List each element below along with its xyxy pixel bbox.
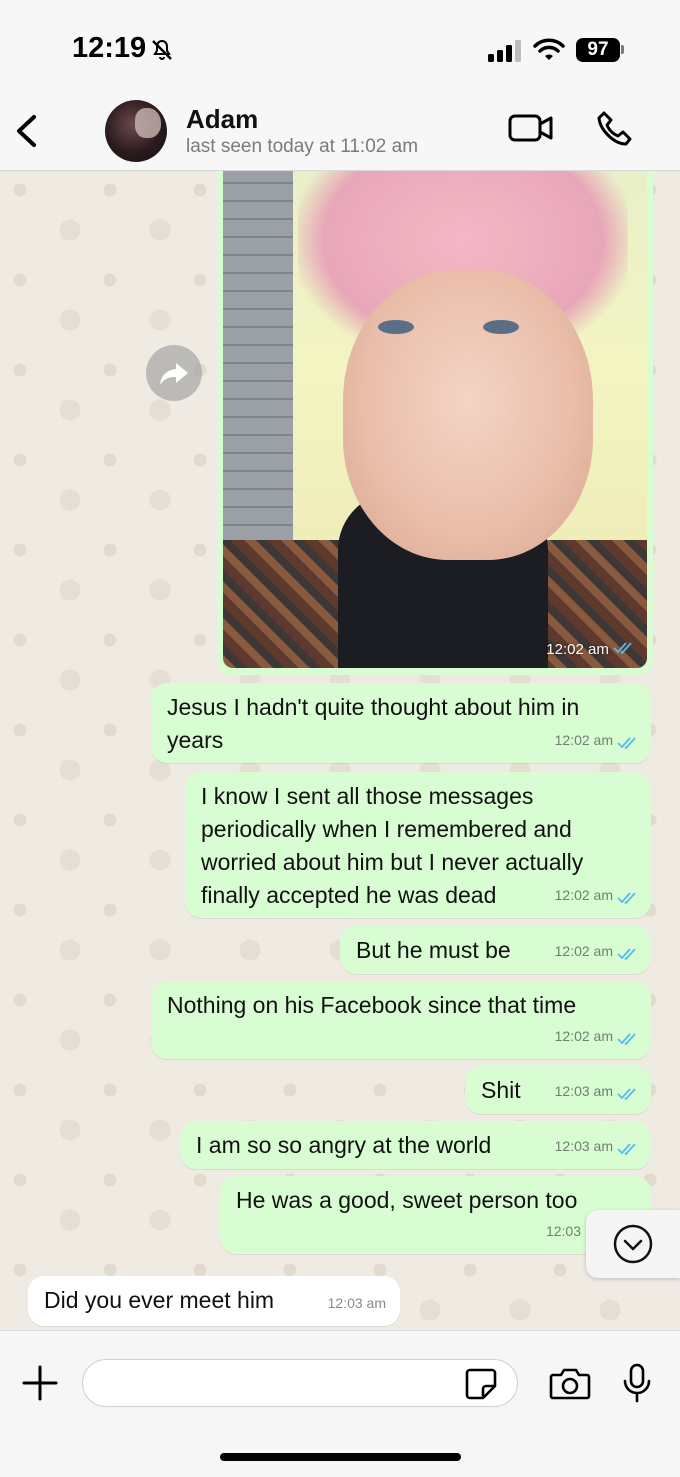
message-text: But he must be: [356, 937, 511, 963]
video-call-icon[interactable]: [508, 112, 554, 149]
message-meta: 12:03: [545, 1223, 581, 1239]
battery-level: 97: [576, 38, 620, 62]
read-ticks-icon: [613, 642, 632, 655]
message-input[interactable]: [82, 1359, 518, 1407]
message-meta: 12:03 am: [555, 1130, 637, 1163]
message-text: Jesus I hadn't quite thought about him i…: [167, 694, 580, 753]
signal-icon: [488, 40, 522, 67]
status-time: 12:19: [72, 32, 147, 64]
voice-call-icon[interactable]: [596, 110, 634, 153]
battery-tip: [621, 45, 624, 54]
message-meta: 12:02 am: [555, 724, 637, 757]
message-text: Did you ever meet him: [44, 1287, 275, 1313]
chat-messages[interactable]: 12:02 am Jesus I hadn't quite thought ab…: [0, 170, 680, 1330]
contact-avatar[interactable]: [105, 100, 167, 162]
message-text: He was a good, sweet person too: [236, 1187, 578, 1213]
back-chevron-icon[interactable]: [14, 114, 40, 153]
sticker-icon[interactable]: [464, 1367, 498, 1406]
camera-icon[interactable]: [549, 1366, 591, 1405]
photo-image[interactable]: 12:02 am: [223, 170, 647, 668]
microphone-icon[interactable]: [622, 1363, 652, 1408]
photo-timestamp: 12:02 am: [546, 641, 633, 658]
message-text: I am so so angry at the world: [196, 1132, 492, 1158]
message-text: Shit: [481, 1077, 521, 1103]
read-ticks-icon: [617, 948, 636, 961]
message-bubble[interactable]: But he must be 12:02 am: [340, 926, 651, 974]
chat-header: Adam last seen today at 11:02 am: [0, 100, 680, 171]
read-ticks-icon: [617, 1088, 636, 1101]
message-text: Nothing on his Facebook since that time: [167, 992, 577, 1018]
wifi-icon: [533, 38, 565, 67]
status-bar: 12:19 97: [0, 0, 680, 100]
scroll-to-bottom-button[interactable]: [586, 1210, 680, 1278]
message-bubble[interactable]: I know I sent all those messages periodi…: [185, 772, 651, 918]
chevron-down-icon: [613, 1224, 653, 1264]
photo-message[interactable]: 12:02 am: [217, 170, 653, 675]
read-ticks-icon: [617, 737, 636, 750]
read-ticks-icon: [617, 1143, 636, 1156]
message-bubble-incoming[interactable]: Did you ever meet him 12:03 am: [28, 1276, 400, 1326]
last-seen-status: last seen today at 11:02 am: [186, 136, 419, 157]
plus-icon[interactable]: [22, 1365, 58, 1406]
message-bubble[interactable]: Shit 12:03 am: [465, 1066, 651, 1114]
home-indicator: [220, 1453, 461, 1461]
message-bubble[interactable]: I am so so angry at the world 12:03 am: [180, 1121, 651, 1169]
forward-button[interactable]: [146, 345, 202, 401]
composer-bar: [0, 1330, 680, 1477]
message-meta: 12:02 am: [555, 1020, 637, 1053]
read-ticks-icon: [617, 1033, 636, 1046]
message-meta: 12:03 am: [555, 1075, 637, 1108]
message-bubble[interactable]: Jesus I hadn't quite thought about him i…: [151, 683, 651, 763]
silent-bell-icon: [150, 38, 174, 67]
message-meta: 12:03 am: [327, 1295, 386, 1311]
message-meta: 12:02 am: [555, 879, 637, 912]
message-bubble[interactable]: Nothing on his Facebook since that time …: [151, 981, 651, 1059]
message-meta: 12:02 am: [555, 935, 637, 968]
contact-name[interactable]: Adam: [186, 104, 258, 135]
read-ticks-icon: [617, 892, 636, 905]
